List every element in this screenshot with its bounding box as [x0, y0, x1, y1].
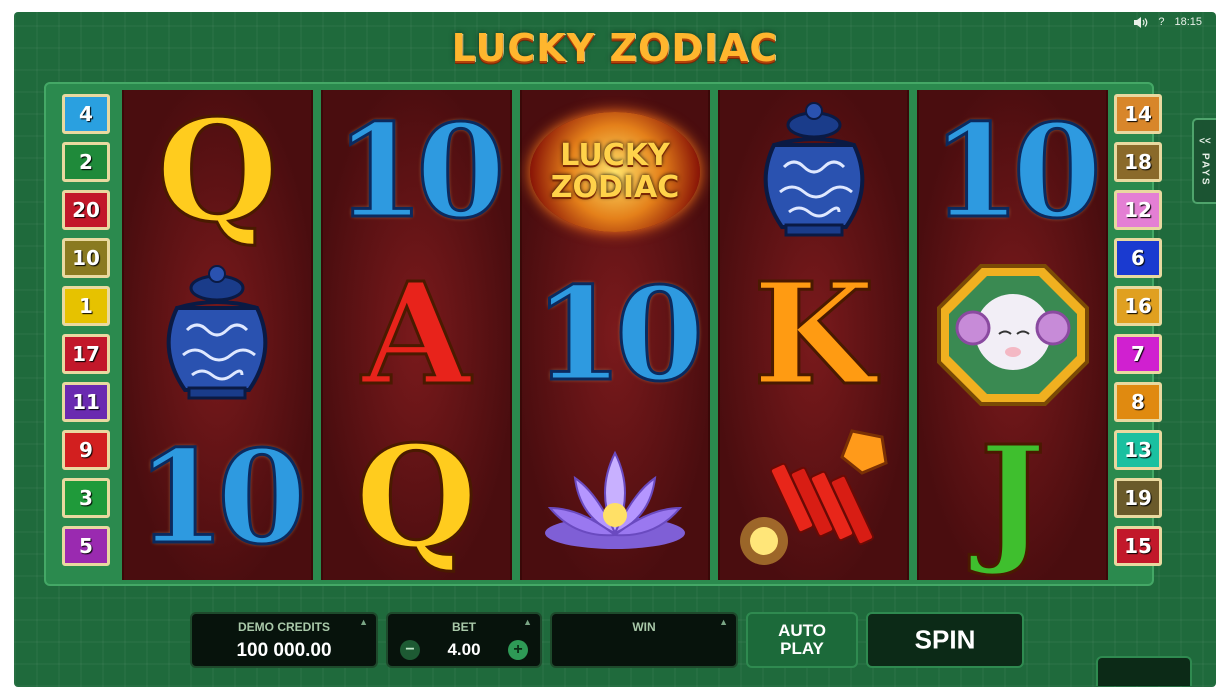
symbol-letter: Q — [354, 416, 479, 581]
reel-5: 10 J — [917, 90, 1108, 580]
payline-badge-13[interactable]: 13 — [1114, 430, 1162, 470]
symbol-j: J — [928, 423, 1098, 573]
reel-3: LUCKY ZODIAC 10 — [519, 90, 711, 580]
symbol-lotus-icon — [530, 423, 700, 573]
pays-label: PAYS — [1199, 152, 1211, 187]
menu-tab-button[interactable] — [1096, 656, 1192, 686]
bet-increase-button[interactable]: + — [508, 640, 528, 660]
autoplay-label-line1: AUTO — [778, 621, 826, 641]
symbol-letter: Q — [155, 89, 280, 254]
control-bar: ▲ DEMO CREDITS 100 000.00 ▲ BET − 4.00 +… — [190, 612, 1036, 670]
reel-panel: 4 2 20 10 1 17 11 9 3 5 Q 10 10 A Q LUCKY ZODIAC 10 K 1… — [44, 82, 1162, 586]
payline-badge-6[interactable]: 6 — [1114, 238, 1162, 278]
payline-badge-14[interactable]: 14 — [1114, 94, 1162, 134]
payline-badge-20[interactable]: 20 — [62, 190, 110, 230]
bet-label: BET — [452, 620, 476, 634]
payline-badge-11[interactable]: 11 — [62, 382, 110, 422]
bet-control: ▲ BET − 4.00 + — [386, 612, 542, 668]
bet-value: 4.00 — [447, 640, 481, 659]
wild-logo-line2: ZODIAC — [550, 169, 680, 205]
payline-badge-10[interactable]: 10 — [62, 238, 110, 278]
payline-badge-19[interactable]: 19 — [1114, 478, 1162, 518]
payline-badge-9[interactable]: 9 — [62, 430, 110, 470]
symbol-letter: J — [978, 416, 1047, 581]
payline-badge-5[interactable]: 5 — [62, 526, 110, 566]
symbol-vase-icon — [132, 260, 302, 410]
payline-badge-12[interactable]: 12 — [1114, 190, 1162, 230]
payline-badge-1[interactable]: 1 — [62, 286, 110, 326]
game-title: LUCKY ZODIAC — [451, 26, 779, 70]
autoplay-label-line2: PLAY — [780, 639, 824, 658]
win-label: WIN — [632, 620, 656, 634]
bet-decrease-button[interactable]: − — [400, 640, 420, 660]
payline-badge-18[interactable]: 18 — [1114, 142, 1162, 182]
wild-logo: LUCKY ZODIAC — [529, 111, 700, 232]
reel-2: 10 A Q — [320, 90, 512, 580]
payline-badge-8[interactable]: 8 — [1114, 382, 1162, 422]
spin-label: SPIN — [914, 624, 976, 655]
symbol-number: 10 — [334, 96, 507, 247]
symbol-ten: 10 — [530, 259, 705, 410]
symbol-lucky-zodiac-wild: LUCKY ZODIAC — [529, 97, 700, 247]
symbol-q: Q — [331, 423, 501, 573]
payline-badge-17[interactable]: 17 — [62, 334, 110, 374]
symbol-q: Q — [132, 97, 302, 247]
reel-4: K — [718, 90, 910, 580]
wild-logo-line1: LUCKY — [560, 138, 670, 174]
symbol-ten: 10 — [132, 423, 308, 574]
symbol-vase-icon — [729, 97, 899, 247]
reel-1: Q 10 — [122, 90, 313, 580]
credits-display[interactable]: ▲ DEMO CREDITS 100 000.00 — [190, 612, 378, 668]
win-display: ▲ WIN — [550, 612, 738, 668]
payline-badge-3[interactable]: 3 — [62, 478, 110, 518]
pays-tab[interactable]: << PAYS — [1192, 118, 1216, 204]
reels: Q 10 10 A Q LUCKY ZODIAC 10 K 10 J — [122, 90, 1108, 580]
spin-button[interactable]: SPIN — [866, 612, 1024, 668]
symbol-number: 10 — [532, 259, 705, 410]
symbol-firecrackers-icon — [729, 423, 899, 573]
symbol-letter: K — [751, 252, 876, 417]
credits-value: 100 000.00 — [236, 640, 332, 661]
symbol-k: K — [729, 260, 899, 410]
credits-label: DEMO CREDITS — [237, 620, 330, 634]
payline-badge-16[interactable]: 16 — [1114, 286, 1162, 326]
payline-badge-4[interactable]: 4 — [62, 94, 110, 134]
symbol-ten: 10 — [331, 96, 507, 247]
autoplay-label: AUTO PLAY — [748, 622, 856, 658]
payline-badge-15[interactable]: 15 — [1114, 526, 1162, 566]
symbol-number: 10 — [135, 423, 308, 574]
right-payline-indicators: 14 18 12 6 16 7 8 13 19 15 — [1114, 94, 1162, 566]
double-chevron-left-icon: << — [1199, 135, 1211, 147]
payline-badge-7[interactable]: 7 — [1114, 334, 1162, 374]
left-payline-indicators: 4 2 20 10 1 17 11 9 3 5 — [62, 94, 110, 566]
payline-badge-2[interactable]: 2 — [62, 142, 110, 182]
symbol-ten: 10 — [928, 96, 1103, 247]
symbol-a: A — [331, 260, 501, 410]
symbol-ram-icon — [928, 260, 1098, 410]
autoplay-button[interactable]: AUTO PLAY — [746, 612, 858, 668]
symbol-letter: A — [360, 252, 472, 417]
symbol-number: 10 — [930, 96, 1103, 247]
